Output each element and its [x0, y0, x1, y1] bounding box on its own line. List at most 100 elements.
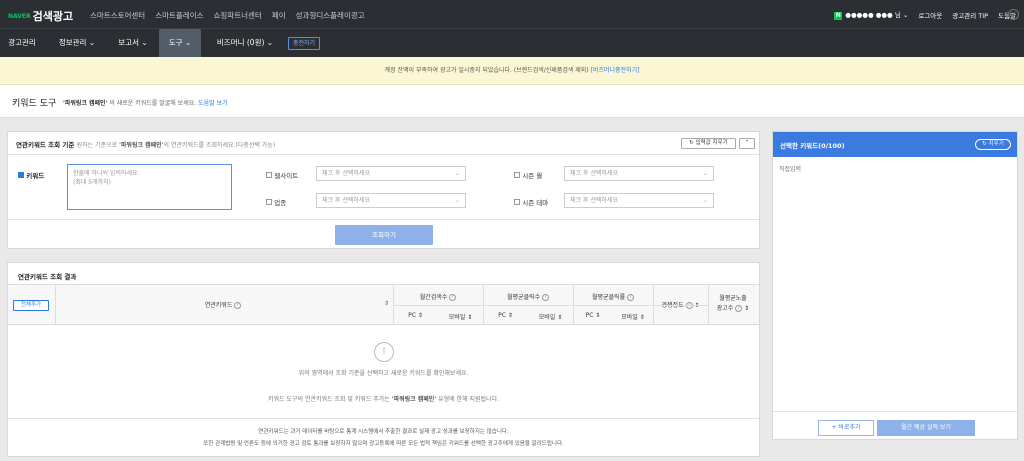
col-keyword-label: 연관키워드 — [204, 302, 233, 309]
industry-option[interactable]: 업종 — [266, 197, 286, 207]
page-title: 키워드 도구 — [12, 99, 57, 109]
tip-link[interactable]: 광고관리 TIP — [952, 10, 988, 20]
industry-checkbox[interactable] — [266, 199, 272, 205]
season-month-checkbox[interactable] — [514, 172, 520, 178]
season-theme-label: 시즌 테마 — [522, 199, 549, 207]
reset-label: 입력값 지우기 — [695, 140, 728, 146]
help-icon[interactable]: ? — [449, 294, 457, 301]
website-select[interactable]: 체크 후 선택하세요 ⌄ — [316, 166, 466, 181]
season-theme-select[interactable]: 체크 후 선택하세요 ⌄ — [564, 193, 714, 208]
keyword-checkbox[interactable] — [18, 172, 24, 178]
season-theme-option[interactable]: 시즌 테마 — [514, 197, 548, 207]
clear-button[interactable]: ↻ 지우기 — [975, 139, 1011, 150]
sub-pc-label: PC — [585, 312, 594, 319]
menu-label: 정보관리 — [58, 38, 87, 47]
info-icon: ! — [374, 342, 394, 362]
user-suffix: 님 — [894, 11, 901, 19]
keyword-input[interactable]: 한줄에 하나씩 입력하세요. (최대 5개까지) — [67, 164, 232, 210]
naver-mark: NAVER — [8, 13, 31, 20]
add-all-button[interactable]: 전체추가 — [13, 300, 49, 311]
empty-note: 키워드 도구의 연관키워드 조회 및 키워드 추가는 '파워링크 캠페인' 유형… — [8, 394, 759, 403]
select-placeholder: 체크 후 선택하세요 — [322, 197, 370, 204]
col-monthly-click[interactable]: 월평균클릭수 ? — [483, 292, 573, 301]
logo[interactable]: NAVER 검색광고 — [8, 8, 73, 24]
col-ad-count-label2: 광고수 — [716, 305, 734, 312]
website-option[interactable]: 웹사이트 — [266, 170, 298, 180]
col-click-pc[interactable]: PC ⇕ — [483, 312, 528, 319]
menu-info-management[interactable]: 정보관리 ⌄ — [48, 29, 106, 57]
col-search-mobile[interactable]: 모바일 ⇕ — [438, 312, 483, 321]
help-view-link[interactable]: 도움말 보기 — [198, 100, 228, 107]
collapse-button[interactable]: ⌃ — [739, 138, 755, 149]
website-label: 웹사이트 — [274, 172, 299, 180]
col-monthly-ctr[interactable]: 월평균클릭률 ? — [573, 292, 653, 301]
desc-campaign: '파워링크 캠페인' — [119, 142, 164, 149]
help-icon[interactable]: ? — [735, 305, 743, 312]
chevron-down-icon: ⌄ — [702, 197, 708, 204]
chevron-down-icon: ⌄ — [184, 38, 192, 47]
col-monthly-search-label: 월간검색수 — [419, 294, 448, 301]
direct-input-field[interactable]: 직접입력 — [779, 164, 801, 173]
top-nav-smartstore[interactable]: 스마트스토어센터 — [90, 10, 145, 21]
results-panel: 연관키워드 조회 결과 전체추가 연관키워드 ? ⇕ 월간검색수 ? 월평균클릭… — [7, 262, 760, 457]
top-nav-pay[interactable]: 페이 — [272, 10, 286, 21]
sort-icon[interactable]: ⇕ — [384, 300, 389, 307]
industry-select[interactable]: 체크 후 선택하세요 ⌄ — [316, 193, 466, 208]
menu-bizmoney[interactable]: 비즈머니 (0원) ⌄ — [206, 29, 284, 57]
help-icon[interactable]: ? — [542, 294, 550, 301]
chevron-down-icon: ⌄ — [454, 197, 460, 204]
top-nav-display-ad[interactable]: 성과형디스플레이광고 — [296, 10, 365, 21]
chevron-down-icon: ⌄ — [266, 38, 274, 47]
season-month-select[interactable]: 체크 후 선택하세요 ⌄ — [564, 166, 714, 181]
query-desc: 원하는 기준으로 '파워링크 캠페인'의 연관키워드를 조회하세요.(다중선택 … — [77, 142, 276, 149]
sub-pc-label: PC — [498, 312, 506, 319]
app-title: 검색광고 — [32, 10, 74, 23]
col-monthly-search[interactable]: 월간검색수 ? — [393, 292, 483, 301]
add-now-button[interactable]: + 바로추가 — [818, 420, 874, 436]
col-ctr-pc[interactable]: PC ⇕ — [573, 312, 613, 319]
chevron-up-icon: ⌃ — [744, 140, 750, 146]
divider — [55, 285, 56, 325]
col-click-mobile[interactable]: 모바일 ⇕ — [528, 312, 573, 321]
col-ctr-mobile[interactable]: 모바일 ⇕ — [613, 312, 653, 321]
bizmoney-charge-link[interactable]: [비즈머니충전하기] — [591, 67, 640, 74]
menu-label: 광고관리 — [8, 38, 36, 47]
menu-reports[interactable]: 보고서 ⌄ — [108, 29, 158, 57]
query-title: 연관키워드 조회 기준 — [16, 141, 75, 149]
reset-input-button[interactable]: ↻ 입력값 지우기 — [681, 138, 736, 149]
select-placeholder: 체크 후 선택하세요 — [322, 170, 370, 177]
desc-text: 의 새로운 키워드를 발굴해 보세요. — [109, 100, 197, 107]
col-search-pc[interactable]: PC ⇕ — [393, 312, 438, 319]
user-area: N ●●●●● ●●● 님 ⌄ 로그아웃 광고관리 TIP 도움말 — [834, 9, 1016, 20]
estimate-button[interactable]: 월간 예상 실적 보기 — [877, 420, 975, 436]
menu-label: 보고서 — [118, 38, 139, 47]
user-name: ●●●●● ●●● — [845, 11, 893, 19]
chevron-down-icon: ⌄ — [88, 38, 96, 47]
chevron-down-icon: ⌄ — [454, 170, 460, 177]
help-icon[interactable]: ? — [234, 302, 242, 309]
divider — [8, 418, 759, 419]
menu-ad-management[interactable]: 광고관리 — [0, 29, 44, 57]
season-month-option[interactable]: 시즌 월 — [514, 170, 542, 180]
selected-keywords-panel: 선택한 키워드(0/100) ↻ 지우기 직접입력 + 바로추가 월간 예상 실… — [772, 131, 1018, 440]
top-nav-shopping-partner[interactable]: 쇼핑파트너센터 — [214, 10, 262, 21]
account-menu[interactable]: N ●●●●● ●●● 님 ⌄ — [834, 9, 908, 20]
keyword-option[interactable]: 키워드 — [18, 170, 44, 180]
col-keyword[interactable]: 연관키워드 ? — [158, 300, 288, 309]
charge-button[interactable]: 충전하기 — [288, 37, 321, 50]
col-ad-count-label1: 월평균노출 — [719, 295, 747, 302]
website-checkbox[interactable] — [266, 172, 272, 178]
season-theme-checkbox[interactable] — [514, 199, 520, 205]
col-ad-count[interactable]: 월평균노출 광고수 ? ⇕ — [708, 294, 758, 314]
menu-tools[interactable]: 도구 ⌄ — [159, 29, 201, 57]
logout-link[interactable]: 로그아웃 — [918, 10, 942, 20]
top-bar: NAVER 검색광고 스마트스토어센터 스마트플레이스 쇼핑파트너센터 페이 성과… — [0, 0, 1024, 29]
empty-note-campaign: '파워링크 캠페인' — [391, 396, 437, 403]
close-icon[interactable]: × — [1008, 9, 1019, 20]
help-icon[interactable]: ? — [627, 294, 635, 301]
query-panel-header: 연관키워드 조회 기준 원하는 기준으로 '파워링크 캠페인'의 연관키워드를 … — [16, 139, 275, 149]
results-title: 연관키워드 조회 결과 — [18, 273, 77, 281]
sub-mobile-label: 모바일 — [448, 314, 466, 321]
search-button[interactable]: 조회하기 — [335, 225, 433, 245]
top-nav-smartplace[interactable]: 스마트플레이스 — [155, 10, 203, 21]
